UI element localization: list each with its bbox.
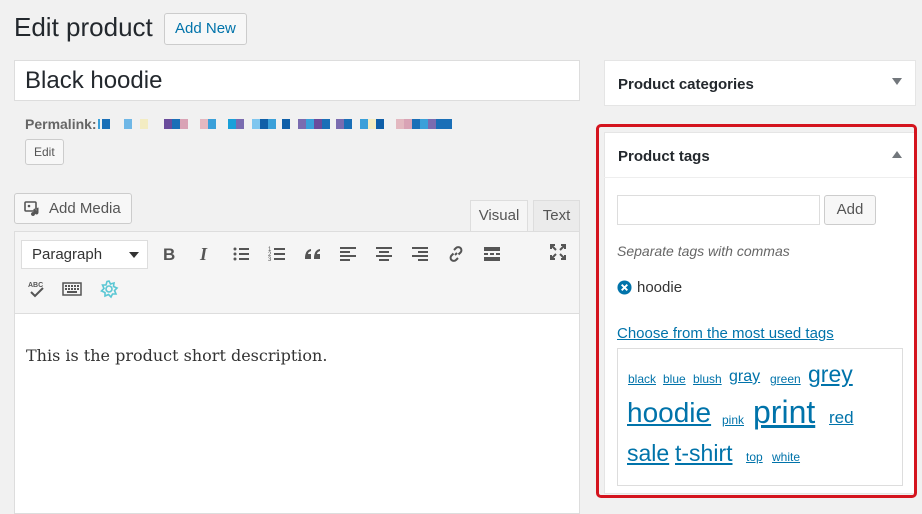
svg-text:I: I — [199, 244, 208, 264]
bulleted-list-icon[interactable] — [229, 242, 253, 266]
keyboard-icon[interactable] — [60, 277, 84, 301]
svg-text:ABC: ABC — [28, 282, 43, 289]
link-icon[interactable] — [444, 242, 468, 266]
permalink-url[interactable] — [98, 119, 558, 129]
edit-permalink-button[interactable]: Edit — [25, 139, 64, 165]
editor-content-text: This is the product short description. — [26, 346, 328, 365]
svg-text:B: B — [163, 245, 175, 264]
bold-icon[interactable]: B — [157, 242, 181, 266]
numbered-list-icon[interactable]: 123 — [265, 242, 289, 266]
chevron-down-icon — [129, 252, 139, 258]
chevron-down-icon[interactable] — [892, 78, 902, 85]
highlight-outline — [596, 124, 917, 498]
align-left-icon[interactable] — [336, 242, 360, 266]
page-title: Edit product — [14, 12, 153, 42]
permalink-label: Permalink: — [25, 116, 97, 132]
format-select[interactable]: Paragraph — [21, 240, 148, 269]
product-title-input[interactable]: Black hoodie — [14, 60, 580, 101]
tab-visual[interactable]: Visual — [470, 200, 528, 232]
align-right-icon[interactable] — [408, 242, 432, 266]
grammarly-icon[interactable] — [97, 277, 121, 301]
spellcheck-icon[interactable]: ABC — [24, 277, 48, 301]
blockquote-icon[interactable] — [301, 242, 325, 266]
editor-content-area[interactable] — [14, 314, 580, 514]
italic-icon[interactable]: I — [192, 242, 216, 266]
fullscreen-icon[interactable] — [546, 240, 570, 264]
add-new-button[interactable]: Add New — [164, 13, 247, 45]
read-more-icon[interactable] — [480, 242, 504, 266]
product-categories-box: Product categories — [604, 60, 916, 106]
media-icon — [24, 200, 39, 216]
svg-text:3: 3 — [268, 257, 272, 263]
product-categories-title: Product categories — [618, 76, 754, 93]
add-media-label: Add Media — [49, 200, 121, 217]
tab-text[interactable]: Text — [533, 200, 580, 232]
add-media-button[interactable]: Add Media — [14, 193, 132, 224]
align-center-icon[interactable] — [372, 242, 396, 266]
format-select-value: Paragraph — [32, 246, 103, 263]
